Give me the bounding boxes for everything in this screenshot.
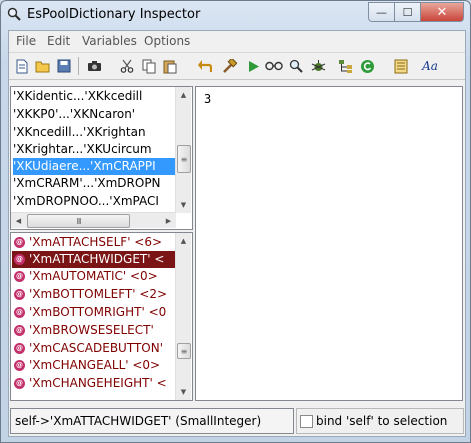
vertical-scrollbar[interactable]: ▲ ≡ ▼ [175,87,191,213]
copy-icon[interactable] [140,57,158,75]
variables-list[interactable]: @ 'XmATTACHSELF' <6> @ 'XmATTACHWIDGET' < … [10,232,193,401]
status-text: self->'XmATTACHWIDGET' (SmallInteger) [15,414,262,428]
list-item-label: 'XmCHANGEALL' <0> [29,358,161,372]
magnifier-icon [7,7,21,21]
close-button[interactable]: ✕ [421,2,464,22]
scroll-down-icon[interactable]: ▼ [176,384,191,399]
list-item[interactable]: 'XKncedill...'XKrightan [13,124,146,141]
scroll-thumb[interactable]: III [27,214,130,228]
window-title: EsPoolDictionary Inspector [27,7,201,22]
list-item[interactable]: 'XmDROPNOO...'XmPACI [13,193,159,210]
scroll-thumb[interactable]: ≡ [177,145,191,173]
variable-icon: @ [14,325,25,336]
list-item-label: 'XmBOTTOMLEFT' <2> [29,287,168,301]
paste-icon[interactable] [161,57,179,75]
list-item[interactable]: 'XKKP0'...'XKNcaron' [13,106,135,123]
caption-buttons: — ☐ ✕ [368,2,464,22]
scroll-right-icon[interactable]: ▶ [161,213,176,228]
menu-file[interactable]: File [16,34,36,48]
vertical-scrollbar[interactable]: ▲ ≡ ▼ [175,233,191,400]
list-item-label: 'XmBROWSESELECT' [29,323,154,337]
list-item-label: 'XmATTACHSELF' <6> [29,235,163,249]
variable-icon: @ [14,360,25,371]
menu-bar: File Edit Variables Options [9,31,465,51]
hammer-icon[interactable] [220,57,238,75]
cut-icon[interactable] [118,57,136,75]
debug-icon[interactable] [309,57,327,75]
scroll-thumb[interactable]: ≡ [177,343,191,359]
open-icon[interactable] [34,57,52,75]
maximize-button[interactable]: ☐ [395,2,421,22]
undo-icon[interactable] [195,57,213,75]
list-item-selected[interactable]: @ 'XmATTACHWIDGET' < [12,251,175,268]
app-window: EsPoolDictionary Inspector — ☐ ✕ File Ed… [0,0,471,443]
menu-options[interactable]: Options [144,34,190,48]
list-item[interactable]: 'XKrightar...'XKUcircum [13,141,152,158]
list-item[interactable]: @ 'XmBROWSESELECT' [12,322,154,339]
browser-icon[interactable] [392,57,410,75]
minimize-button[interactable]: — [368,2,395,22]
list-item-label: 'XmAUTOMATIC' <0> [29,269,158,283]
selection-status: self->'XmATTACHWIDGET' (SmallInteger) [10,408,294,434]
list-item[interactable]: @ 'XmAUTOMATIC' <0> [12,268,158,285]
bind-self-label: bind 'self' to selection [316,414,448,428]
inspect-icon[interactable] [265,57,283,75]
value-text: 3 [204,92,212,106]
menu-edit[interactable]: Edit [47,34,70,48]
list-item[interactable]: @ 'XmBOTTOMLEFT' <2> [12,286,167,303]
list-item[interactable]: @ 'XmCHANGEALL' <0> [12,357,160,374]
list-item[interactable]: @ 'XmATTACHSELF' <6> [12,234,162,251]
list-item[interactable]: @ 'XmBOTTOMRIGHT' <0 [12,304,166,321]
list-item[interactable]: @ 'XmCASCADEBUTTON' [12,340,163,357]
variable-icon: @ [14,271,25,282]
list-item-selected[interactable]: 'XKUdiaere...'XmCRAPPI [13,158,176,175]
search-icon[interactable] [287,57,305,75]
client-area: File Edit Variables Options Aa 'XKidenti… [8,30,466,437]
variable-icon: @ [14,289,25,300]
bind-self-checkbox[interactable] [300,415,313,428]
menu-variables[interactable]: Variables [82,34,137,48]
bind-self-toggle[interactable]: bind 'self' to selection [296,408,464,434]
scroll-left-icon[interactable]: ◀ [11,213,26,228]
variable-icon: @ [14,237,25,248]
scroll-down-icon[interactable]: ▼ [176,197,191,212]
list-item[interactable]: @ 'XmCHANGEHEIGHT' < [12,375,167,392]
toolbar: Aa [9,52,465,80]
title-bar[interactable]: EsPoolDictionary Inspector — ☐ ✕ [1,1,470,29]
new-icon[interactable] [13,57,31,75]
horizontal-scrollbar[interactable]: ◀ III ▶ [11,212,176,228]
refresh-icon[interactable] [358,57,376,75]
run-icon[interactable] [245,57,263,75]
status-bar: self->'XmATTACHWIDGET' (SmallInteger) bi… [9,403,465,436]
list-item[interactable]: 'XmCRARM'...'XmDROPN [13,175,161,192]
font-icon[interactable]: Aa [421,57,439,75]
list-item-label: 'XmBOTTOMRIGHT' <0 [29,305,167,319]
list-item-label: 'XmCHANGEHEIGHT' < [29,376,167,390]
save-icon[interactable] [55,57,73,75]
variable-icon: @ [14,254,25,265]
key-range-list[interactable]: 'XKidentic...'XKkcedill 'XKKP0'...'XKNca… [10,86,193,230]
list-item-label: 'XmATTACHWIDGET' < [29,252,165,266]
scroll-up-icon[interactable]: ▲ [176,233,191,248]
variable-icon: @ [14,307,25,318]
variable-icon: @ [14,378,25,389]
hierarchy-icon[interactable] [336,57,354,75]
list-item-label: 'XmCASCADEBUTTON' [29,341,164,355]
variable-icon: @ [14,343,25,354]
scroll-up-icon[interactable]: ▲ [176,87,191,102]
list-item[interactable]: 'XKidentic...'XKkcedill [13,88,142,105]
value-text-view[interactable]: 3 [195,86,463,401]
camera-icon[interactable] [85,57,103,75]
